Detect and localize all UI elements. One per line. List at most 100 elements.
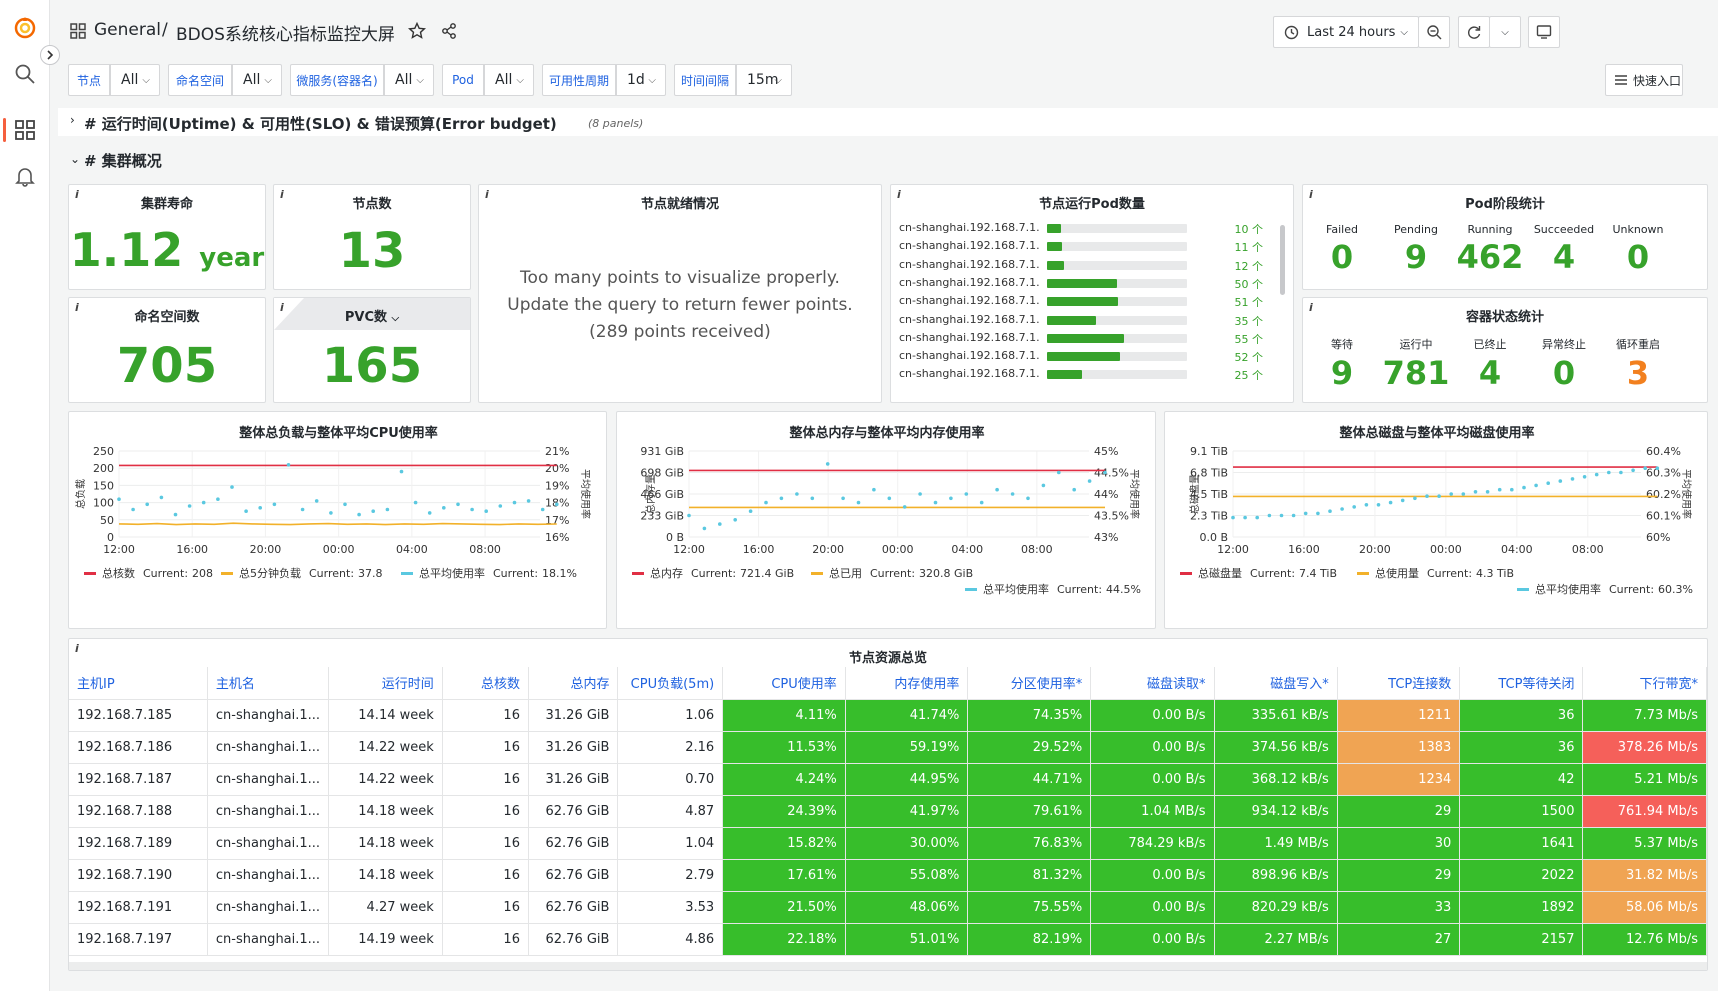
series-point	[272, 502, 277, 507]
var-select-interval[interactable]: 15m ⌵	[736, 64, 792, 96]
legend-item[interactable]: 总使用量 Current: 4.3 TiB	[1375, 566, 1514, 580]
legend-item[interactable]: 总平均使用率 Current: 18.1%	[419, 566, 577, 580]
pod-phase-succeeded: Succeeded 4	[1527, 223, 1601, 276]
panel-node-table[interactable]: i 节点资源总览 主机IP 主机名 运行时间 总核数 总内存 CPU负载(5m) CPU使用…	[68, 638, 1708, 971]
panel-pvc-count[interactable]: i PVC数 ⌵ 165	[273, 297, 471, 403]
refresh-button[interactable]	[1458, 16, 1490, 48]
column-header[interactable]: CPU使用率	[722, 667, 846, 700]
var-select-microservice[interactable]: All ⌵	[384, 64, 434, 96]
table-row[interactable]: 192.168.7.190 cn-shanghai.1... 14.18 week 1…	[69, 859, 1707, 892]
legend-item[interactable]: 总平均使用率 Current: 44.5%	[983, 582, 1141, 596]
table-cell: 192.168.7.190	[69, 859, 208, 892]
table-row[interactable]: 192.168.7.189 cn-shanghai.1... 14.18 week 1…	[69, 827, 1707, 860]
star-icon[interactable]	[408, 22, 426, 40]
column-header[interactable]: 分区使用率*	[967, 667, 1092, 700]
table-cell: 1500	[1459, 795, 1584, 828]
column-header[interactable]: 磁盘读取*	[1090, 667, 1215, 700]
y-axis-label: 总负载	[74, 479, 87, 509]
time-range-picker[interactable]: Last 24 hours ⌵	[1273, 16, 1419, 48]
table-cell: 1.04	[617, 827, 724, 860]
pod-node-name: cn-shanghai.192.168.7.1...	[899, 367, 1039, 381]
table-cell: 79.61%	[967, 795, 1092, 828]
too-many-points-message: Too many points to visualize properly. U…	[479, 265, 881, 346]
panel-memory-chart[interactable]: 整体总内存与整体平均内存使用率 0 B 233 GiB 466 GiB 698 GiB 9…	[616, 411, 1156, 629]
column-header[interactable]: 主机IP	[69, 667, 208, 700]
legend-current-label: Current:	[870, 567, 915, 580]
pod-bar-fill	[1047, 260, 1064, 270]
legend-item[interactable]: 总平均使用率 Current: 60.3%	[1535, 582, 1693, 596]
table-cell: 51.01%	[845, 923, 969, 956]
column-header[interactable]: 磁盘写入*	[1214, 667, 1338, 700]
panel-title[interactable]: PVC数 ⌵	[274, 306, 470, 325]
var-select-availability-period[interactable]: 1d ⌵	[616, 64, 666, 96]
panel-node-pods[interactable]: i 节点运行Pod数量 cn-shanghai.192.168.7.1... 10…	[890, 184, 1294, 403]
table-row[interactable]: 192.168.7.197 cn-shanghai.1... 14.19 week 1…	[69, 923, 1707, 956]
y-tick-label: 250	[93, 445, 114, 458]
panel-cpu-chart[interactable]: 整体总负载与整体平均CPU使用率05010015020025016%17%18%…	[68, 411, 607, 629]
table-cell: 761.94 Mb/s	[1582, 795, 1707, 828]
refresh-interval-dropdown[interactable]: ⌵	[1489, 16, 1521, 48]
quick-entry-button[interactable]: 快速入口	[1605, 64, 1683, 96]
table-row[interactable]: 192.168.7.187 cn-shanghai.1... 14.22 week 1…	[69, 763, 1707, 796]
table-cell: cn-shanghai.1...	[207, 891, 330, 924]
series-point	[1255, 515, 1259, 520]
pod-bar-fill	[1047, 224, 1061, 233]
y2-axis-label: 平均使用率	[1680, 469, 1693, 519]
row-cluster[interactable]: ⌄ # 集群概况	[58, 150, 358, 174]
panel-node-ready[interactable]: i 节点就绪情况 Too many points to visualize pr…	[478, 184, 882, 403]
horizontal-scrollbar-track[interactable]	[69, 962, 1707, 970]
table-row[interactable]: 192.168.7.185 cn-shanghai.1... 14.14 week 1…	[69, 699, 1707, 732]
column-header[interactable]: 下行带宽*	[1582, 667, 1707, 700]
share-icon[interactable]	[440, 22, 458, 40]
dashboards-icon[interactable]	[11, 116, 39, 144]
breadcrumb-dashboard-title[interactable]: BDOS系统核心指标监控大屏	[176, 20, 395, 45]
var-select-node[interactable]: All ⌵	[110, 64, 160, 96]
table-cell: 59.19%	[845, 731, 969, 764]
legend-item[interactable]: 总已用 Current: 320.8 GiB	[829, 566, 973, 580]
chart-title: 整体总负载与整体平均CPU使用率	[238, 425, 438, 441]
column-header[interactable]: 总内存	[528, 667, 619, 700]
legend-item[interactable]: 总内存 Current: 721.4 GiB	[650, 566, 794, 580]
row-uptime[interactable]: › # 运行时间(Uptime) & 可用性(SLO) & 错误预算(Error…	[58, 108, 1718, 136]
panel-pod-phase[interactable]: i Pod阶段统计 Failed 0 Pending 9 Running 462 Succe…	[1302, 184, 1708, 290]
x-tick-label: 04:00	[396, 543, 428, 556]
column-header[interactable]: CPU负载(5m)	[617, 667, 724, 700]
series-point	[1376, 503, 1381, 507]
column-header[interactable]: 总核数	[442, 667, 529, 700]
table-row[interactable]: 192.168.7.188 cn-shanghai.1... 14.18 week 1…	[69, 795, 1707, 828]
grafana-logo-icon[interactable]	[11, 14, 39, 42]
zoom-out-button[interactable]	[1418, 16, 1450, 48]
table-row[interactable]: 192.168.7.191 cn-shanghai.1... 4.27 week 16…	[69, 891, 1707, 924]
breadcrumb-section[interactable]: General	[94, 20, 161, 40]
table-cell: 17.61%	[722, 859, 846, 892]
series-point	[733, 518, 737, 522]
alerting-bell-icon[interactable]	[11, 162, 39, 190]
legend-item[interactable]: 总磁盘量 Current: 7.4 TiB	[1198, 566, 1337, 580]
var-select-namespace[interactable]: All ⌵	[232, 64, 282, 96]
column-header[interactable]: TCP连接数	[1337, 667, 1461, 700]
column-header[interactable]: 主机名	[207, 667, 330, 700]
scrollbar[interactable]	[1280, 225, 1285, 295]
panel-disk-chart[interactable]: 整体总磁盘与整体平均磁盘使用率 0.0 B 2.3 TiB 4.5 TiB 6.8 Ti…	[1164, 411, 1708, 629]
legend-item[interactable]: 总5分钟负载 Current: 37.8	[239, 566, 383, 580]
pod-bar-track	[1047, 278, 1187, 288]
tv-mode-button[interactable]	[1528, 16, 1560, 48]
table-cell: 62.76 GiB	[528, 923, 619, 956]
table-cell: 41.97%	[845, 795, 969, 828]
column-header[interactable]: 内存使用率	[845, 667, 969, 700]
column-header[interactable]: TCP等待关闭	[1459, 667, 1584, 700]
legend-item[interactable]: 总核数 Current: 208	[102, 566, 213, 580]
table-row[interactable]: 192.168.7.186 cn-shanghai.1... 14.22 week 1…	[69, 731, 1707, 764]
table-cell: 16	[442, 891, 529, 924]
y2-tick-label: 20%	[545, 462, 569, 475]
sidebar-expand-button[interactable]	[40, 45, 60, 65]
search-icon[interactable]	[11, 60, 39, 88]
column-header[interactable]: 运行时间	[328, 667, 443, 700]
pod-bar-fill	[1047, 278, 1117, 288]
panel-namespace-count[interactable]: i 命名空间数 705	[68, 297, 266, 403]
table-cell: 31.26 GiB	[528, 731, 619, 764]
panel-container-state[interactable]: i 容器状态统计 等待 9 运行中 781 已终止 4 异常终止 0 循环重启 3	[1302, 297, 1708, 403]
panel-node-count[interactable]: i 节点数 13	[273, 184, 471, 290]
var-select-pod[interactable]: All ⌵	[484, 64, 534, 96]
panel-cluster-life[interactable]: i 集群寿命 1.12 year	[68, 184, 266, 290]
